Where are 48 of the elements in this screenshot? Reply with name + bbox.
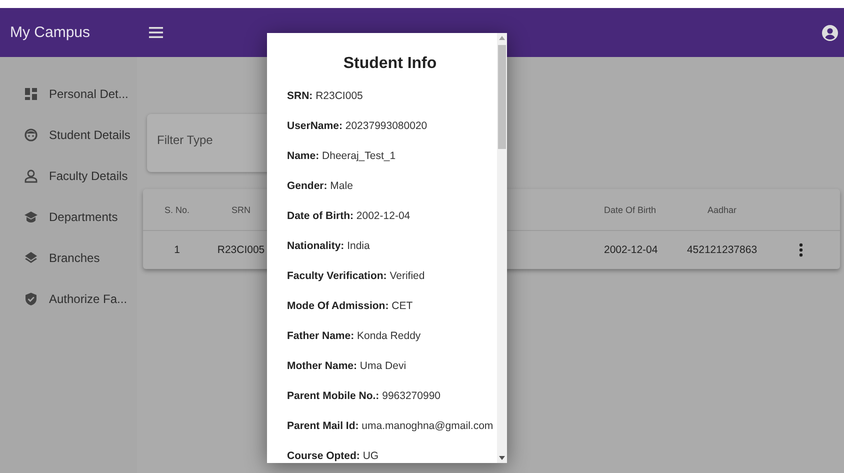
table-cell-text: 2002-12-04	[604, 244, 659, 256]
layers-icon	[24, 250, 38, 264]
info-field: Mother Name: Uma Devi	[287, 359, 406, 373]
info-field: Faculty Verification: Verified	[287, 269, 425, 283]
menu-icon[interactable]	[149, 27, 163, 38]
sidebar-label: Personal Det...	[49, 86, 128, 100]
sidebar-item[interactable]: Faculty Details	[0, 155, 137, 196]
info-field: Date of Birth: 2002-12-04	[287, 209, 410, 223]
info-field: Course Opted: UG	[287, 449, 379, 463]
info-field: Mode Of Admission: CET	[287, 299, 413, 313]
dashboard-icon	[24, 86, 38, 100]
sidebar-label: Departments	[49, 210, 118, 224]
column-header: Aadhar	[706, 204, 738, 214]
table-cell-text: 452121237863	[686, 244, 758, 256]
table-cell-text: 1	[173, 244, 181, 256]
account-icon[interactable]	[822, 24, 838, 40]
dialog-title: Student Info	[343, 54, 437, 74]
table-cell-text: R23CI005	[216, 244, 266, 256]
scroll-thumb[interactable]	[498, 45, 506, 149]
info-field: Name: Dheeraj_Test_1	[287, 149, 396, 163]
info-field: Father Name: Konda Reddy	[287, 329, 421, 343]
sidebar-item[interactable]: Personal Det...	[0, 73, 137, 114]
scroll-down-icon[interactable]	[499, 456, 505, 460]
info-field: Parent Mail Id: uma.manoghna@gmail.com	[287, 419, 494, 433]
face-icon	[24, 128, 38, 142]
sidebar-label: Branches	[49, 250, 100, 264]
more-vertical-icon	[799, 243, 803, 257]
column-header: Date Of Birth	[604, 204, 658, 214]
info-field: Nationality: India	[287, 239, 370, 253]
sidebar-item[interactable]: Authorize Fa...	[0, 278, 137, 319]
graduation-cap-icon	[24, 210, 38, 224]
sidebar-label: Authorize Fa...	[49, 292, 128, 306]
column-header: SRN	[230, 204, 252, 214]
sidebar-item[interactable]: Branches	[0, 237, 137, 278]
person-icon	[24, 168, 38, 182]
app-title: My Campus	[9, 24, 92, 41]
filter-label: Filter Type	[157, 133, 213, 147]
info-field: UserName: 20237993080020	[287, 119, 428, 133]
sidebar-label: Student Details	[49, 128, 130, 142]
column-header: S. No.	[163, 204, 190, 214]
shield-check-icon	[24, 292, 38, 306]
info-field: Gender: Male	[287, 179, 353, 193]
sidebar-label: Faculty Details	[49, 168, 128, 182]
info-field: Parent Mobile No.: 9963270990	[287, 389, 441, 403]
info-field: SRN: R23CI005	[287, 89, 363, 103]
sidebar-item[interactable]: Departments	[0, 196, 137, 237]
scrollbar[interactable]	[497, 33, 507, 463]
sidebar-item[interactable]: Student Details	[0, 114, 137, 155]
